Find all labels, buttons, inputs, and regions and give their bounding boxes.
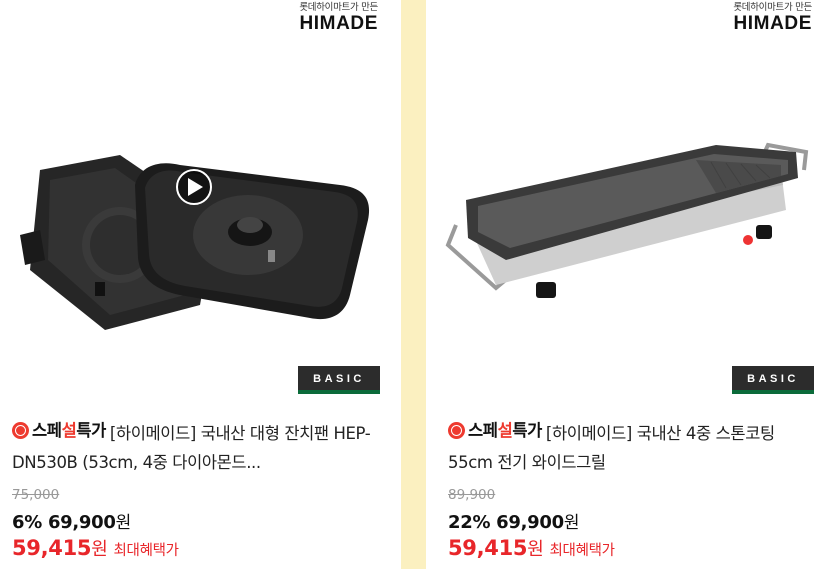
currency-won: 원 (115, 513, 132, 533)
product-card[interactable]: 롯데하이마트가 만든 HIMADE BASIC 스페 설 특가 [하이메이드] 국내산… (426, 0, 824, 569)
brand-mark: 롯데하이마트가 만든 HIMADE (299, 2, 378, 34)
special-suffix: 특가 (512, 421, 542, 440)
benefit-price: 59,415 (448, 536, 528, 560)
currency-won: 원 (527, 539, 544, 560)
special-prefix: 스페 (468, 421, 498, 440)
sale-price-row: 22% 69,900원 (448, 508, 579, 533)
max-benefit-row: 59,415원 최대혜택가 (12, 535, 179, 561)
currency-won: 원 (563, 513, 580, 533)
himade-logo: HIMADE (733, 13, 812, 34)
product-card[interactable]: 롯데하이마트가 만든 HIMADE BASIC 스페 설 특가 [하이메이드] 국내산… (0, 0, 390, 569)
special-deal-icon (12, 422, 29, 439)
max-benefit-label: 최대혜택가 (549, 543, 616, 559)
sale-price: 69,900 (496, 512, 564, 533)
card-divider (401, 0, 426, 569)
product-image-grill-pan[interactable] (0, 60, 390, 370)
play-video-icon[interactable] (176, 169, 212, 205)
special-deal-icon (448, 422, 465, 439)
basic-badge: BASIC (298, 366, 380, 394)
special-prefix: 스페 (32, 421, 62, 440)
currency-won: 원 (91, 539, 108, 560)
sale-price-row: 6% 69,900원 (12, 508, 131, 533)
special-mid: 설 (61, 421, 77, 440)
brand-mark: 롯데하이마트가 만든 HIMADE (733, 2, 812, 34)
benefit-price: 59,415 (12, 536, 92, 560)
max-benefit-row: 59,415원 최대혜택가 (448, 535, 615, 561)
original-price: 89,900 (448, 487, 496, 503)
discount-rate: 6% (12, 512, 42, 533)
original-price: 75,000 (12, 487, 60, 503)
product-title-row[interactable]: 스페 설 특가 [하이메이드] 국내산 대형 잔치팬 HEP-DN530B (53cm… (12, 416, 372, 477)
sale-price: 69,900 (47, 512, 116, 533)
product-title-row[interactable]: 스페 설 특가 [하이메이드] 국내산 4중 스톤코팅 55cm 전기 와이드그릴 (448, 416, 808, 477)
discount-rate: 22% (448, 512, 491, 533)
max-benefit-label: 최대혜택가 (113, 543, 180, 559)
himade-logo: HIMADE (299, 13, 378, 34)
special-deal-label: 스페 설 특가 (448, 416, 542, 445)
product-image-wide-grill[interactable] (426, 60, 824, 370)
special-mid: 설 (497, 421, 513, 440)
special-suffix: 특가 (76, 421, 106, 440)
basic-badge: BASIC (732, 366, 814, 394)
special-deal-label: 스페 설 특가 (12, 416, 106, 445)
